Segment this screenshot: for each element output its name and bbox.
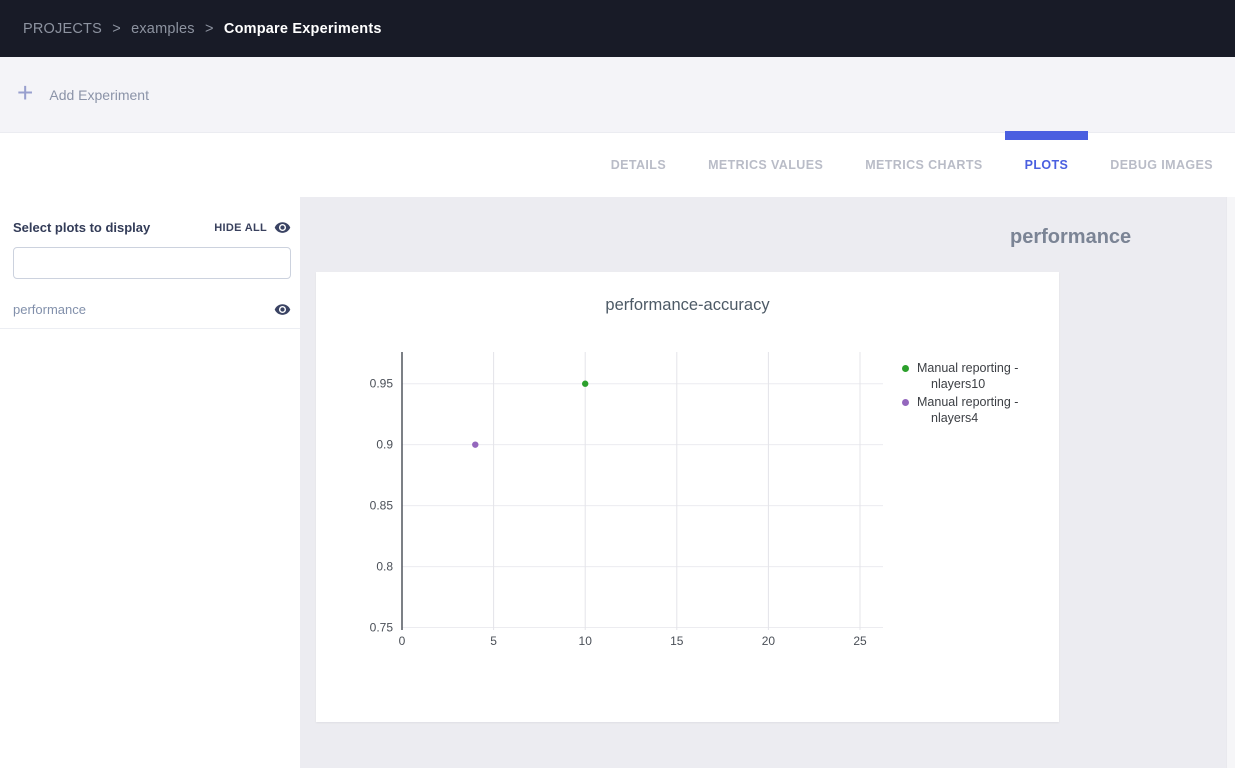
tab-label: DETAILS	[611, 158, 666, 172]
vertical-scrollbar[interactable]	[1226, 197, 1235, 768]
tab-debug-images[interactable]: DEBUG IMAGES	[1110, 158, 1213, 172]
plot-filter-input[interactable]	[13, 247, 291, 279]
add-experiment-label: Add Experiment	[49, 87, 149, 103]
svg-text:25: 25	[853, 634, 867, 648]
svg-text:0.8: 0.8	[376, 560, 393, 574]
plot-list: performance	[0, 293, 300, 329]
tab-label: PLOTS	[1025, 158, 1069, 172]
svg-text:0.95: 0.95	[370, 377, 394, 391]
action-bar: + Add Experiment	[0, 57, 1235, 133]
tab-label: DEBUG IMAGES	[1110, 158, 1213, 172]
hide-all-label: HIDE ALL	[214, 222, 267, 234]
plot-card: performance-accuracy 0.750.80.850.90.950…	[316, 272, 1059, 722]
plot-item-label: performance	[13, 302, 86, 317]
sidebar: Select plots to display HIDE ALL perform…	[0, 197, 300, 768]
top-bar: PROJECTS > examples > Compare Experiment…	[0, 0, 1235, 57]
svg-text:20: 20	[762, 634, 776, 648]
svg-text:0.9: 0.9	[376, 438, 393, 452]
breadcrumb: PROJECTS > examples > Compare Experiment…	[23, 21, 382, 37]
eye-icon[interactable]	[274, 301, 291, 318]
sidebar-header: Select plots to display HIDE ALL	[13, 219, 291, 236]
legend-label: Manual reporting - nlayers10	[917, 360, 1037, 392]
svg-text:0: 0	[399, 634, 406, 648]
breadcrumb-examples[interactable]: examples	[131, 21, 195, 37]
legend-dot	[902, 399, 909, 406]
tab-metrics-values[interactable]: METRICS VALUES	[708, 158, 823, 172]
breadcrumb-current: Compare Experiments	[224, 21, 382, 37]
tab-label: METRICS CHARTS	[865, 158, 982, 172]
plot-canvas: 0.75 0.8 0.85 0.9 0.95 0 5 10 15 20 25	[316, 272, 1059, 722]
legend-entry[interactable]: Manual reporting - nlayers4	[902, 394, 1062, 426]
legend-label: Manual reporting - nlayers4	[917, 394, 1037, 426]
breadcrumb-separator: >	[112, 21, 121, 37]
tab-details[interactable]: DETAILS	[611, 158, 666, 172]
plus-icon: +	[17, 79, 33, 107]
sidebar-heading: Select plots to display	[13, 220, 150, 235]
add-experiment-button[interactable]: + Add Experiment	[17, 82, 149, 107]
tab-bar: DETAILS METRICS VALUES METRICS CHARTS PLOTS…	[0, 133, 1235, 197]
breadcrumb-projects[interactable]: PROJECTS	[23, 21, 102, 37]
svg-text:10: 10	[579, 634, 593, 648]
svg-text:5: 5	[490, 634, 497, 648]
page: PROJECTS > examples > Compare Experiment…	[0, 0, 1235, 768]
main-content: performance performance-accuracy 0.750.8…	[300, 197, 1235, 768]
svg-text:15: 15	[670, 634, 684, 648]
legend-entry[interactable]: Manual reporting - nlayers10	[902, 360, 1062, 392]
hide-all-button[interactable]: HIDE ALL	[214, 219, 291, 236]
breadcrumb-separator: >	[205, 21, 214, 37]
eye-icon	[274, 219, 291, 236]
tab-label: METRICS VALUES	[708, 158, 823, 172]
chart-legend: Manual reporting - nlayers10Manual repor…	[902, 360, 1062, 428]
tab-metrics-charts[interactable]: METRICS CHARTS	[865, 158, 982, 172]
tab-plots[interactable]: PLOTS	[1025, 158, 1069, 172]
legend-dot	[902, 365, 909, 372]
active-tab-indicator	[1005, 131, 1089, 140]
svg-text:0.85: 0.85	[370, 499, 394, 513]
plot-section-title: performance	[1010, 226, 1131, 249]
svg-text:0.75: 0.75	[370, 621, 394, 635]
plot-list-item: performance	[0, 293, 300, 329]
